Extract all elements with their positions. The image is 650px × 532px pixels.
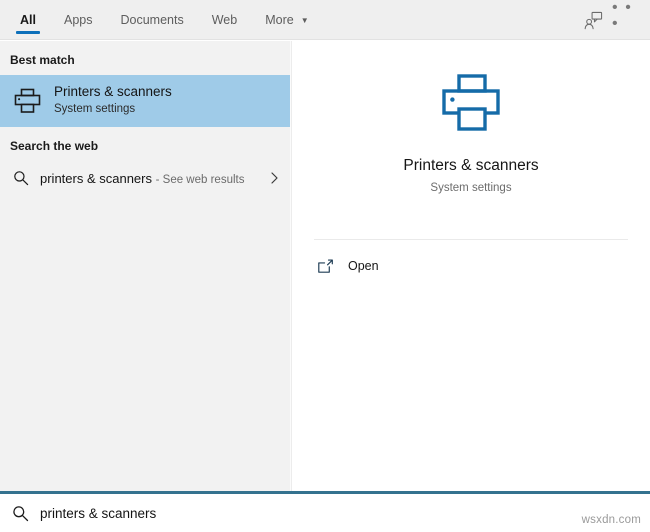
printer-icon-glyph bbox=[14, 88, 41, 113]
tab-more-label: More bbox=[265, 13, 294, 27]
tab-web-label: Web bbox=[211, 13, 238, 27]
topbar-actions: • • • bbox=[578, 0, 642, 40]
result-item-title: Printers & scanners bbox=[54, 84, 172, 100]
preview-title: Printers & scanners bbox=[403, 157, 539, 174]
open-action-button[interactable]: Open bbox=[306, 251, 387, 281]
web-search-label: printers & scanners - See web results bbox=[40, 171, 244, 186]
feedback-icon bbox=[584, 11, 602, 29]
chevron-down-icon: ▼ bbox=[300, 16, 309, 25]
tab-more[interactable]: More ▼ bbox=[251, 0, 322, 40]
preview-header: Printers & scanners System settings bbox=[292, 41, 650, 194]
search-icon-glyph bbox=[12, 505, 28, 521]
printer-icon bbox=[10, 84, 44, 118]
open-external-icon bbox=[314, 258, 336, 275]
search-filter-tabbar: All Apps Documents Web More ▼ • • • bbox=[0, 0, 650, 40]
printer-icon bbox=[434, 67, 508, 141]
search-the-web-heading: Search the web bbox=[10, 139, 99, 153]
result-item-subtitle: System settings bbox=[54, 103, 136, 116]
preview-divider bbox=[314, 239, 628, 240]
result-item-text: Printers & scanners System settings bbox=[54, 84, 172, 117]
web-search-suffix: - See web results bbox=[155, 173, 245, 186]
web-search-result-row[interactable]: printers & scanners - See web results bbox=[0, 161, 290, 195]
search-input[interactable] bbox=[40, 494, 650, 532]
search-icon bbox=[10, 170, 32, 186]
search-icon-glyph bbox=[14, 171, 29, 186]
chevron-right-icon bbox=[269, 171, 280, 185]
tab-list: All Apps Documents Web More ▼ bbox=[6, 0, 323, 40]
result-item-printers-and-scanners[interactable]: Printers & scanners System settings bbox=[0, 75, 290, 127]
results-list-pane: Best match Printers & scanners System se… bbox=[0, 41, 290, 491]
watermark-text: wsxdn.com bbox=[581, 514, 641, 526]
search-bar: wsxdn.com bbox=[0, 491, 650, 532]
search-results-content: Best match Printers & scanners System se… bbox=[0, 41, 650, 491]
tab-documents-label: Documents bbox=[120, 13, 184, 27]
preview-pane: Printers & scanners System settings Open bbox=[292, 41, 650, 491]
best-match-heading: Best match bbox=[10, 53, 75, 67]
more-options-button[interactable]: • • • bbox=[612, 0, 642, 35]
search-icon bbox=[0, 505, 40, 522]
tab-apps[interactable]: Apps bbox=[50, 0, 107, 40]
tab-all[interactable]: All bbox=[6, 0, 50, 40]
tab-apps-label: Apps bbox=[63, 13, 93, 27]
tab-active-indicator bbox=[16, 31, 40, 34]
web-search-query: printers & scanners bbox=[40, 170, 152, 186]
feedback-button[interactable] bbox=[578, 5, 608, 35]
preview-subtitle: System settings bbox=[430, 182, 512, 194]
open-external-icon-glyph bbox=[317, 258, 333, 273]
windows-search-panel: All Apps Documents Web More ▼ • • • Best… bbox=[0, 0, 650, 532]
ellipsis-icon: • • • bbox=[612, 0, 633, 32]
tab-all-label: All bbox=[20, 13, 36, 27]
chevron-right-glyph bbox=[271, 172, 278, 184]
printer-icon-glyph-large bbox=[442, 74, 500, 131]
tab-web[interactable]: Web bbox=[198, 0, 251, 40]
open-action-label: Open bbox=[348, 259, 379, 273]
tab-documents[interactable]: Documents bbox=[106, 0, 197, 40]
